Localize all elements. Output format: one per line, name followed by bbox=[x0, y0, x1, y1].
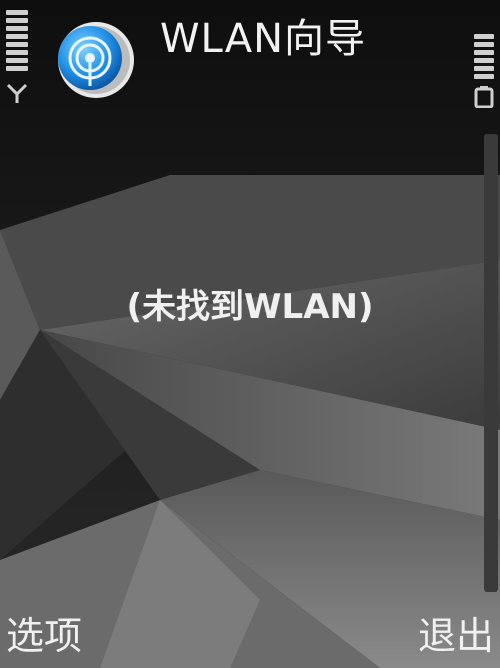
screen: WLAN向导 (未找到WLAN) 选项 退出 bbox=[0, 0, 500, 668]
exit-softkey[interactable]: 退出 bbox=[418, 606, 494, 666]
title-bar: WLAN向导 bbox=[0, 0, 500, 118]
options-softkey[interactable]: 选项 bbox=[6, 606, 82, 666]
wlan-wizard-icon bbox=[58, 22, 134, 98]
scrollbar[interactable] bbox=[484, 134, 498, 592]
page-title: WLAN向导 bbox=[160, 16, 367, 62]
antenna-icon bbox=[6, 83, 28, 103]
battery-icon bbox=[474, 86, 494, 108]
signal-strength-icon bbox=[6, 10, 28, 74]
empty-state-message: (未找到WLAN) bbox=[126, 287, 374, 327]
battery-level-icon bbox=[474, 34, 494, 82]
